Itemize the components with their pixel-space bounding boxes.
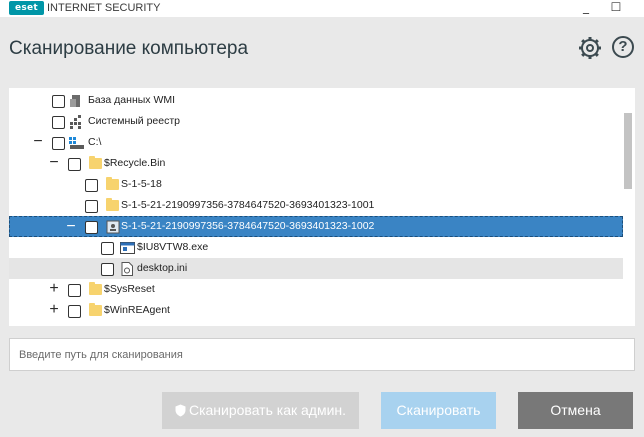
- checkbox[interactable]: [52, 95, 65, 108]
- checkbox[interactable]: [101, 242, 114, 255]
- folder-icon: [89, 156, 102, 169]
- title-bar: eset INTERNET SECURITY _ ☐ ✕: [0, 0, 644, 17]
- maximize-button[interactable]: ☐: [604, 0, 628, 17]
- app-title: INTERNET SECURITY: [47, 2, 161, 14]
- tree-row-registry[interactable]: Системный реестр: [9, 111, 623, 132]
- page-header: Сканирование компьютера ?: [0, 17, 644, 83]
- scan-path-input[interactable]: [9, 338, 635, 371]
- gear-icon[interactable]: [578, 36, 601, 59]
- collapse-icon[interactable]: −: [64, 218, 78, 236]
- scan-as-admin-label: Сканировать как админ.: [188, 402, 347, 418]
- drive-icon: [69, 135, 84, 149]
- tree-row-label: Системный реестр: [88, 115, 180, 127]
- page-title: Сканирование компьютера: [9, 38, 249, 59]
- tree-row-exe-file[interactable]: $IU8VTW8.exe: [9, 237, 623, 258]
- checkbox[interactable]: [52, 137, 65, 150]
- checkbox[interactable]: [85, 221, 98, 234]
- collapse-icon[interactable]: −: [47, 154, 61, 172]
- tree-scrollbar[interactable]: [624, 113, 632, 189]
- checkbox[interactable]: [52, 116, 65, 129]
- checkbox[interactable]: [68, 158, 81, 171]
- exe-file-icon: [120, 240, 135, 254]
- folder-icon: [106, 198, 119, 211]
- registry-icon: [69, 114, 83, 129]
- scan-as-admin-button[interactable]: Сканировать как админ.: [162, 392, 359, 429]
- tree-row-label: C:\: [88, 136, 102, 148]
- tree-row-sid-1001[interactable]: S-1-5-21-2190997356-3784647520-369340132…: [9, 195, 623, 216]
- minimize-button[interactable]: _: [574, 0, 598, 17]
- checkbox[interactable]: [101, 263, 114, 276]
- checkbox[interactable]: [85, 200, 98, 213]
- checkbox[interactable]: [68, 305, 81, 318]
- folder-icon: [89, 303, 102, 316]
- shield-icon: [175, 394, 186, 431]
- tree-row-label: S-1-5-18: [121, 178, 162, 190]
- settings-file-icon: [120, 261, 134, 276]
- checkbox[interactable]: [85, 179, 98, 192]
- wmi-database-icon: [69, 93, 83, 107]
- tree-row-s-1-5-18[interactable]: S-1-5-18: [9, 174, 623, 195]
- tree-row-drive-c[interactable]: − C:\: [9, 132, 623, 153]
- tree-row-label: S-1-5-21-2190997356-3784647520-369340132…: [121, 199, 375, 211]
- tree-row-wmi[interactable]: База данных WMI: [9, 90, 623, 111]
- tree-row-recycle-bin[interactable]: − $Recycle.Bin: [9, 153, 623, 174]
- tree-row-label: $IU8VTW8.exe: [137, 241, 209, 253]
- tree-row-sid-1002[interactable]: − S-1-5-21-2190997356-3784647520-3693401…: [9, 216, 623, 237]
- tree-row-sysreset[interactable]: + $SysReset: [9, 279, 623, 300]
- expand-icon[interactable]: +: [47, 301, 61, 319]
- tree-row-label: S-1-5-21-2190997356-3784647520-369340132…: [121, 220, 375, 232]
- tree-row-label: $Recycle.Bin: [104, 157, 166, 169]
- help-icon[interactable]: ?: [612, 36, 634, 58]
- eset-logo: eset: [9, 1, 44, 15]
- tree-row-desktop-ini[interactable]: desktop.ini: [9, 258, 623, 279]
- tree-row-label: $SysReset: [104, 283, 155, 295]
- tree-row-label: desktop.ini: [137, 262, 188, 274]
- collapse-icon[interactable]: −: [31, 133, 45, 151]
- cancel-button[interactable]: Отмена: [518, 392, 633, 429]
- scan-target-tree: База данных WMI Системный реестр − C:\ −…: [9, 88, 635, 326]
- tree-row-label: $WinREAgent: [104, 304, 170, 316]
- tree-row-winreagent[interactable]: + $WinREAgent: [9, 300, 623, 321]
- checkbox[interactable]: [68, 284, 81, 297]
- tree-row-label: База данных WMI: [88, 94, 176, 106]
- folder-icon: [106, 177, 119, 190]
- expand-icon[interactable]: +: [47, 280, 61, 298]
- folder-icon: [89, 282, 102, 295]
- user-folder-icon: [106, 219, 120, 234]
- scan-button[interactable]: Сканировать: [381, 392, 496, 429]
